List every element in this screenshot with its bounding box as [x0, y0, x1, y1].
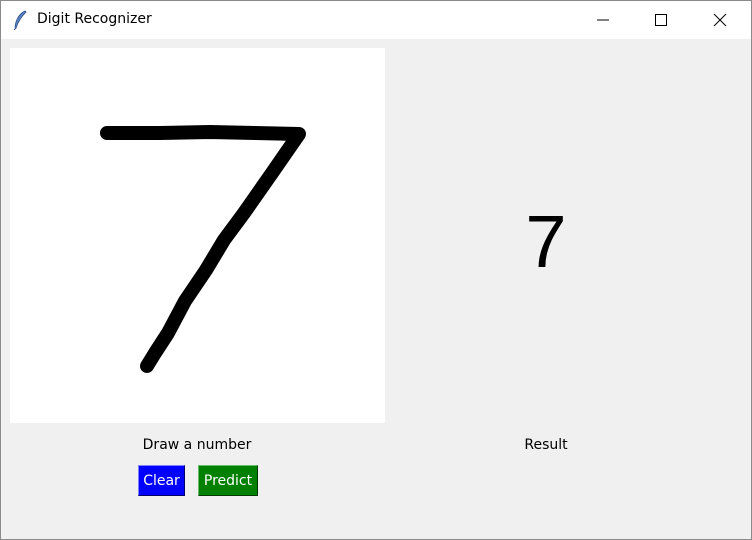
- drawn-digit-stroke: [100, 125, 306, 373]
- close-icon: [713, 13, 727, 27]
- title-bar[interactable]: Digit Recognizer: [1, 1, 751, 39]
- window-title: Digit Recognizer: [37, 11, 152, 27]
- feather-icon: [13, 10, 27, 31]
- minimize-icon: [597, 19, 609, 21]
- clear-button[interactable]: Clear: [138, 465, 185, 496]
- prediction-result: 7: [525, 200, 567, 283]
- maximize-icon: [655, 14, 667, 26]
- close-button[interactable]: [691, 1, 749, 39]
- maximize-button[interactable]: [632, 1, 690, 39]
- drawing-canvas[interactable]: [10, 48, 385, 423]
- predict-button[interactable]: Predict: [198, 465, 258, 496]
- draw-label: Draw a number: [142, 437, 252, 453]
- app-window: Digit Recognizer 7 Draw a number Result …: [0, 0, 752, 540]
- result-label: Result: [524, 437, 568, 453]
- minimize-button[interactable]: [574, 1, 632, 39]
